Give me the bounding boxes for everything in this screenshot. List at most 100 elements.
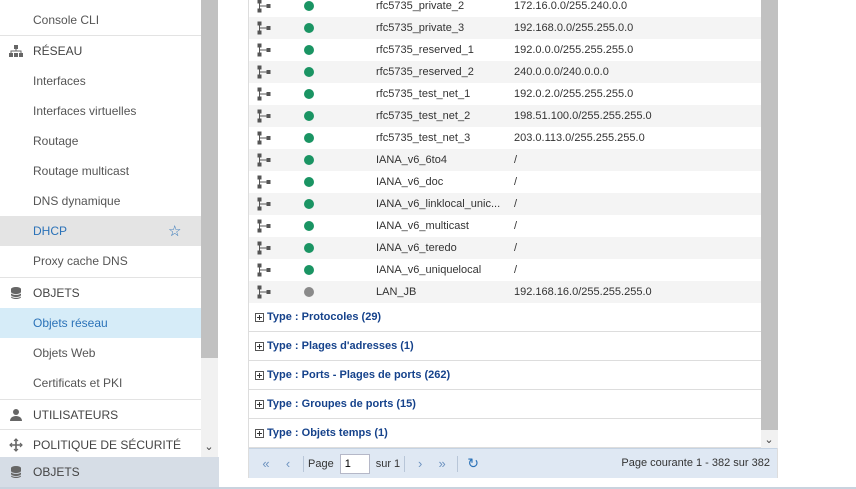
sidebar-item-proxy-cache-dns[interactable]: Proxy cache DNS (0, 246, 201, 276)
status-indicator (304, 265, 314, 275)
group-label: Type : Protocoles (29) (267, 311, 382, 323)
expand-icon[interactable] (255, 428, 264, 438)
network-object-icon (257, 109, 271, 123)
object-name: IANA_v6_6to4 (376, 154, 447, 166)
double-chevron-left-icon[interactable]: « (255, 453, 277, 475)
expand-icon[interactable] (255, 341, 264, 351)
refresh-icon[interactable]: ↻ (462, 453, 484, 475)
sidebar-item-label: Console CLI (33, 13, 100, 27)
sidebar-item-routage[interactable]: Routage (0, 126, 201, 156)
sidebar-scrollbar-thumb[interactable] (201, 0, 218, 358)
object-address: 192.168.16.0/255.255.255.0 (514, 286, 652, 298)
sidebar: Console CLI RÉSEAU Interfaces Interfaces vi… (0, 0, 201, 457)
table-row[interactable]: rfc5735_test_net_1 192.0.2.0/255.255.255.… (249, 83, 761, 105)
sidebar-item-politique-de-securite[interactable]: POLITIQUE DE SÉCURITÉ (0, 429, 201, 457)
table-row[interactable]: IANA_v6_6to4 / (249, 149, 761, 171)
table-row[interactable]: rfc5735_reserved_1 192.0.0.0/255.255.255.… (249, 39, 761, 61)
object-address: / (514, 198, 518, 210)
sidebar-item-objets-web[interactable]: Objets Web (0, 338, 201, 368)
table-row[interactable]: rfc5735_private_3 192.168.0.0/255.255.0.0 (249, 17, 761, 39)
sidebar-item-certificats-et-pki[interactable]: Certificats et PKI (0, 368, 201, 398)
sidebar-item-objets-reseau[interactable]: Objets réseau (0, 308, 201, 338)
network-object-icon (257, 219, 271, 233)
group-label: Type : Objets temps (1) (267, 427, 388, 439)
network-object-icon (257, 153, 271, 167)
object-address: / (514, 154, 518, 166)
sidebar-item-interfaces-virtuelles[interactable]: Interfaces virtuelles (0, 96, 201, 126)
object-address: 192.0.0.0/255.255.255.0 (514, 44, 634, 56)
object-name: IANA_v6_uniquelocal (376, 264, 482, 276)
sidebar-item-label: Interfaces (33, 74, 86, 88)
status-indicator (304, 287, 314, 297)
object-address: 192.0.2.0/255.255.255.0 (514, 88, 634, 100)
table-row[interactable]: IANA_v6_uniquelocal / (249, 259, 761, 281)
sidebar-item-console-cli[interactable]: Console CLI (0, 5, 201, 35)
network-object-icon (257, 263, 271, 277)
network-icon (9, 45, 23, 57)
sidebar-item-label: Objets Web (33, 346, 96, 360)
status-indicator (304, 221, 314, 231)
star-icon[interactable]: ☆ (168, 222, 181, 240)
group-header[interactable]: Type : Protocoles (29) (249, 303, 761, 332)
object-name: rfc5735_test_net_1 (376, 88, 471, 100)
page-number-input[interactable] (339, 453, 370, 474)
network-object-icon (257, 21, 271, 35)
table-row[interactable]: rfc5735_test_net_3 203.0.113.0/255.255.25… (249, 127, 761, 149)
scroll-down-icon[interactable]: ⌄ (763, 433, 775, 446)
object-name: IANA_v6_linklocal_unic... (376, 198, 501, 210)
database-icon (10, 287, 22, 299)
sidebar-item-objets[interactable]: OBJETS (0, 277, 201, 307)
object-address: / (514, 242, 518, 254)
table-row[interactable]: rfc5735_test_net_2 198.51.100.0/255.255.2… (249, 105, 761, 127)
sidebar-item-utilisateurs[interactable]: UTILISATEURS (0, 399, 201, 429)
group-header[interactable]: Type : Plages d'adresses (1) (249, 332, 761, 361)
sidebar-footer-objets[interactable]: OBJETS (0, 457, 219, 487)
table-row[interactable]: rfc5735_private_2 172.16.0.0/255.240.0.0 (249, 0, 761, 17)
expand-icon[interactable] (255, 312, 264, 322)
object-address: / (514, 264, 518, 276)
sidebar-item-label: Interfaces virtuelles (33, 104, 137, 118)
status-indicator (304, 1, 314, 11)
sidebar-item-routage-multicast[interactable]: Routage multicast (0, 156, 201, 186)
group-header[interactable]: Type : Groupes de ports (15) (249, 390, 761, 419)
network-object-icon (257, 197, 271, 211)
page-label: Page (308, 457, 334, 470)
object-address: / (514, 220, 518, 232)
network-object-icon (257, 285, 271, 299)
sidebar-item-dns-dynamique[interactable]: DNS dynamique (0, 186, 201, 216)
sidebar-item-interfaces[interactable]: Interfaces (0, 66, 201, 96)
grid-scrollbar-thumb[interactable] (761, 0, 778, 430)
table-row[interactable]: IANA_v6_multicast / (249, 215, 761, 237)
object-address: 203.0.113.0/255.255.255.0 (514, 132, 645, 144)
sidebar-item-reseau[interactable]: RÉSEAU (0, 35, 201, 65)
table-row[interactable]: rfc5735_reserved_2 240.0.0.0/240.0.0.0 (249, 61, 761, 83)
expand-icon[interactable] (255, 399, 264, 409)
object-name: LAN_JB (376, 286, 417, 298)
group-header[interactable]: Type : Ports - Plages de ports (262) (249, 361, 761, 390)
sidebar-item-label: Certificats et PKI (33, 376, 123, 390)
sidebar-item-label: Routage multicast (33, 164, 130, 178)
double-chevron-right-icon[interactable]: » (431, 453, 453, 475)
sidebar-item-dhcp[interactable]: DHCP ☆ (0, 216, 201, 246)
status-indicator (304, 177, 314, 187)
arrows-icon (9, 438, 23, 452)
table-row[interactable]: IANA_v6_linklocal_unic... / (249, 193, 761, 215)
object-name: rfc5735_private_3 (376, 22, 465, 34)
expand-icon[interactable] (255, 370, 264, 380)
object-name: rfc5735_reserved_1 (376, 44, 474, 56)
network-object-icon (257, 175, 271, 189)
status-indicator (304, 133, 314, 143)
table-row[interactable]: IANA_v6_teredo / (249, 237, 761, 259)
sidebar-item-label: Routage (33, 134, 79, 148)
group-label: Type : Groupes de ports (15) (267, 398, 416, 410)
scroll-down-icon[interactable]: ⌄ (203, 441, 215, 453)
object-name: IANA_v6_teredo (376, 242, 457, 254)
network-object-icon (257, 131, 271, 145)
chevron-right-icon[interactable]: › (409, 453, 431, 475)
group-label: Type : Ports - Plages de ports (262) (267, 369, 451, 381)
group-header[interactable]: Type : Objets temps (1) (249, 419, 761, 448)
table-row[interactable]: LAN_JB 192.168.16.0/255.255.255.0 (249, 281, 761, 303)
table-row[interactable]: IANA_v6_doc / (249, 171, 761, 193)
page-total-label: sur 1 (375, 457, 401, 470)
chevron-left-icon[interactable]: ‹ (277, 453, 299, 475)
